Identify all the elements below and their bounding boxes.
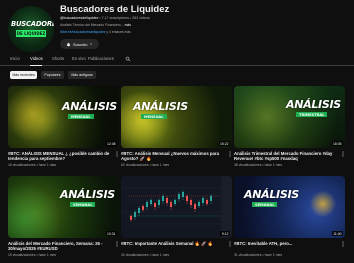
video-card[interactable]: ANÁLISIS MENSUAL 12:48 #BTC: ANÁLISIS ME… [8,86,119,167]
thumbnail-art [234,176,345,238]
chip-populares[interactable]: Populares [41,71,64,79]
channel-links: linktr.ee/buscadoresdeliquidez y 4 enlac… [60,30,131,34]
thumbnail-art [8,86,119,148]
thumbnail-art [8,176,119,238]
channel-description-text: Análisis Técnico del Mercado Financiero.… [60,23,125,27]
video-card[interactable]: ANÁLISIS TRIMESTRAL 18:05 Análisis Trime… [234,86,345,167]
video-card[interactable]: ANÁLISIS MENSUAL 15:22 #BTC: Análisis Me… [121,86,232,167]
video-title[interactable]: Análisis Trimestral del Mercado Financie… [234,151,345,162]
channel-tabs: Inicio Videos Shorts En vivo Publicacion… [0,55,354,66]
video-meta: 31 visualizaciones • hace 1 mes [234,253,283,257]
avatar-subtitle: DE LIQUIDEZ [16,30,46,37]
video-card[interactable]: ANÁLISIS SEMANAL 11:40 #BTC: Inevitable … [234,176,345,257]
avatar-title: BUSCADORES [11,20,54,28]
description-more-link[interactable]: más [125,23,131,27]
thumbnail-tag: SEMANAL [252,202,278,207]
chip-mas-recientes[interactable]: Más recientes [10,71,37,79]
tab-en-vivo[interactable]: En vivo [72,56,86,61]
more-vert-icon[interactable] [341,151,345,157]
thumbnail-title: ANÁLISIS [62,100,117,113]
more-vert-icon[interactable] [341,241,345,247]
more-vert-icon[interactable] [115,241,119,247]
subscribed-label: Suscrito [73,41,88,47]
video-meta: 42 visualizaciones • hace 1 mes [121,253,170,257]
more-links[interactable]: y 4 enlaces más [105,30,131,34]
thumbnail-title: ANÁLISIS [286,98,341,111]
tab-inicio[interactable]: Inicio [10,56,20,61]
channel-handle: @buscadoresdeliquidez [60,16,99,20]
thumbnail-tag: SEMANAL [70,202,96,207]
video-thumbnail[interactable]: ANÁLISIS SEMANAL 11:40 [234,176,345,238]
video-thumbnail[interactable]: ANÁLISIS MENSUAL 15:22 [121,86,232,148]
video-thumbnail[interactable]: ANÁLISIS TRIMESTRAL 18:05 [234,86,345,148]
chip-mas-antiguos[interactable]: Más antiguos [68,71,96,79]
thumbnail-tag: MENSUAL [141,114,167,119]
video-thumbnail[interactable]: ANÁLISIS MENSUAL 12:48 [8,86,119,148]
video-meta: 38 visualizaciones • hace 1 mes [234,163,283,167]
channel-avatar[interactable]: BUSCADORES DE LIQUIDEZ [8,6,54,52]
channel-link[interactable]: linktr.ee/buscadoresdeliquidez [60,30,105,34]
video-meta: 15 visualizaciones • hace 1 mes [8,253,57,257]
more-vert-icon[interactable] [228,151,232,157]
video-card[interactable]: ANÁLISIS SEMANAL 10:31 Análisis del Merc… [8,176,119,257]
bell-icon [66,42,71,47]
more-vert-icon[interactable] [115,151,119,157]
tab-videos[interactable]: Videos [30,56,43,61]
thumbnail-tag: MENSUAL [68,114,94,119]
video-title[interactable]: #BTC: ANÁLISIS MENSUAL ¿ ¿posible cambio… [8,151,119,162]
channel-stats: • 7,17 suscriptores • 262 videos [99,16,150,20]
active-tab-indicator [30,64,42,66]
video-thumbnail[interactable]: ANÁLISIS SEMANAL 10:31 [8,176,119,238]
video-title[interactable]: #BTC: Análisis Mensual ¿Nuevos máximos p… [121,151,232,162]
tab-shorts[interactable]: Shorts [52,56,64,61]
tab-publicaciones[interactable]: Publicaciones [88,56,114,61]
video-duration: 10:31 [105,231,117,236]
video-duration: 15:22 [218,141,230,146]
video-title[interactable]: #BTC: Inevitable ATH, pero... [234,241,345,252]
video-duration: 12:48 [105,141,117,146]
video-card[interactable]: 9:12 #BTC: Importante Análisis Semanal 🔥… [121,176,232,257]
thumbnail-title: ANÁLISIS [133,100,188,113]
video-duration: 9:12 [220,231,230,236]
video-meta: 62 visualizaciones • hace 1 mes [121,163,170,167]
channel-header: BUSCADORES DE LIQUIDEZ Buscadores de Liq… [0,0,354,52]
video-meta: 16 visualizaciones • hace 1 días [8,163,57,167]
thumbnail-art [234,86,345,148]
video-duration: 11:40 [331,231,343,236]
thumbnail-tag: TRIMESTRAL [296,112,328,117]
video-duration: 18:05 [331,141,343,146]
search-icon[interactable] [125,56,131,62]
thumbnail-title: ANÁLISIS [244,188,299,201]
channel-description[interactable]: Análisis Técnico del Mercado Financiero.… [60,23,131,27]
video-title[interactable]: #BTC: Importante Análisis Semanal 🔥 🚀 🔥 [121,241,232,252]
subscribed-button[interactable]: Suscrito [60,39,100,49]
thumbnail-title: ANÁLISIS [60,188,115,201]
candlestick-chart-art [121,176,232,238]
chevron-down-icon [90,43,93,45]
channel-name: Buscadores de Liquidez [60,4,170,15]
thumbnail-art [121,86,232,148]
video-thumbnail[interactable]: 9:12 [121,176,232,238]
video-title[interactable]: Análisis del Mercado Financiero, Semana:… [8,241,119,252]
channel-meta: @buscadoresdeliquidez • 7,17 suscriptore… [60,16,150,20]
more-vert-icon[interactable] [228,241,232,247]
